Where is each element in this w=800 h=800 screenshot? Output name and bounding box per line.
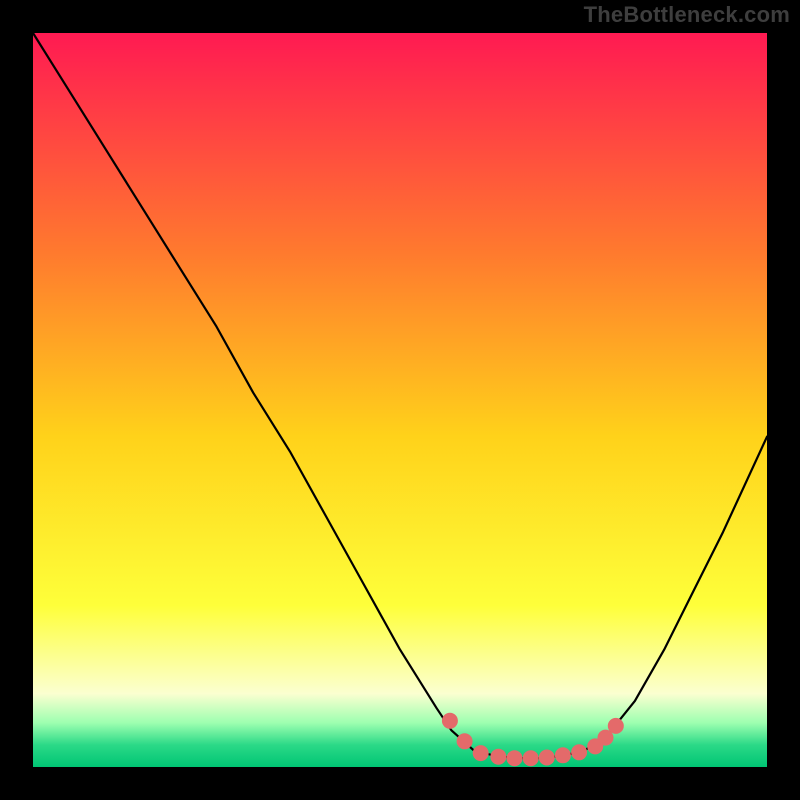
highlight-dot xyxy=(571,744,587,760)
highlight-dot xyxy=(442,713,458,729)
watermark-text: TheBottleneck.com xyxy=(584,2,790,28)
highlight-dot xyxy=(539,750,555,766)
bottleneck-chart-svg xyxy=(33,33,767,767)
gradient-background xyxy=(33,33,767,767)
highlight-dot xyxy=(473,745,489,761)
highlight-dot xyxy=(523,750,539,766)
chart-frame: TheBottleneck.com xyxy=(0,0,800,800)
highlight-dot xyxy=(555,747,571,763)
highlight-dot xyxy=(457,733,473,749)
plot-area xyxy=(33,33,767,767)
highlight-dot xyxy=(490,749,506,765)
highlight-dot xyxy=(507,750,523,766)
highlight-dot xyxy=(608,718,624,734)
